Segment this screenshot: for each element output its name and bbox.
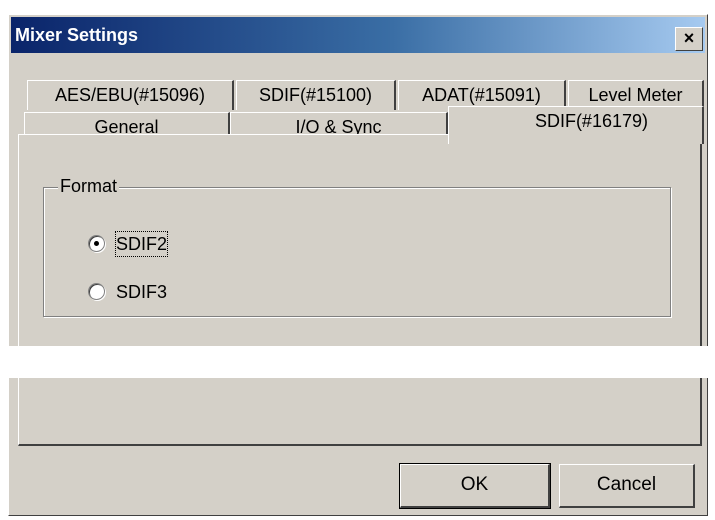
tab-sdif-15100[interactable]: SDIF(#15100): [236, 80, 396, 110]
cancel-button[interactable]: Cancel: [559, 464, 695, 508]
screenshot-gap: [0, 346, 715, 378]
title-bar[interactable]: Mixer Settings ×: [11, 17, 705, 53]
radio-sdif3[interactable]: [88, 283, 105, 300]
radio-sdif2-label[interactable]: SDIF2: [114, 231, 169, 257]
tab-panel-sdif: Format SDIF2 SDIF3: [18, 134, 702, 446]
tab-aes-ebu[interactable]: AES/EBU(#15096): [27, 80, 234, 110]
ok-button[interactable]: OK: [399, 463, 551, 509]
radio-sdif2[interactable]: [88, 235, 105, 252]
radio-sdif3-label[interactable]: SDIF3: [116, 280, 167, 304]
close-icon[interactable]: ×: [675, 27, 703, 51]
window-title: Mixer Settings: [15, 25, 139, 45]
format-group-label: Format: [58, 176, 120, 197]
tab-sdif-16179[interactable]: SDIF(#16179): [448, 106, 704, 144]
format-groupbox: Format SDIF2 SDIF3: [43, 176, 671, 317]
